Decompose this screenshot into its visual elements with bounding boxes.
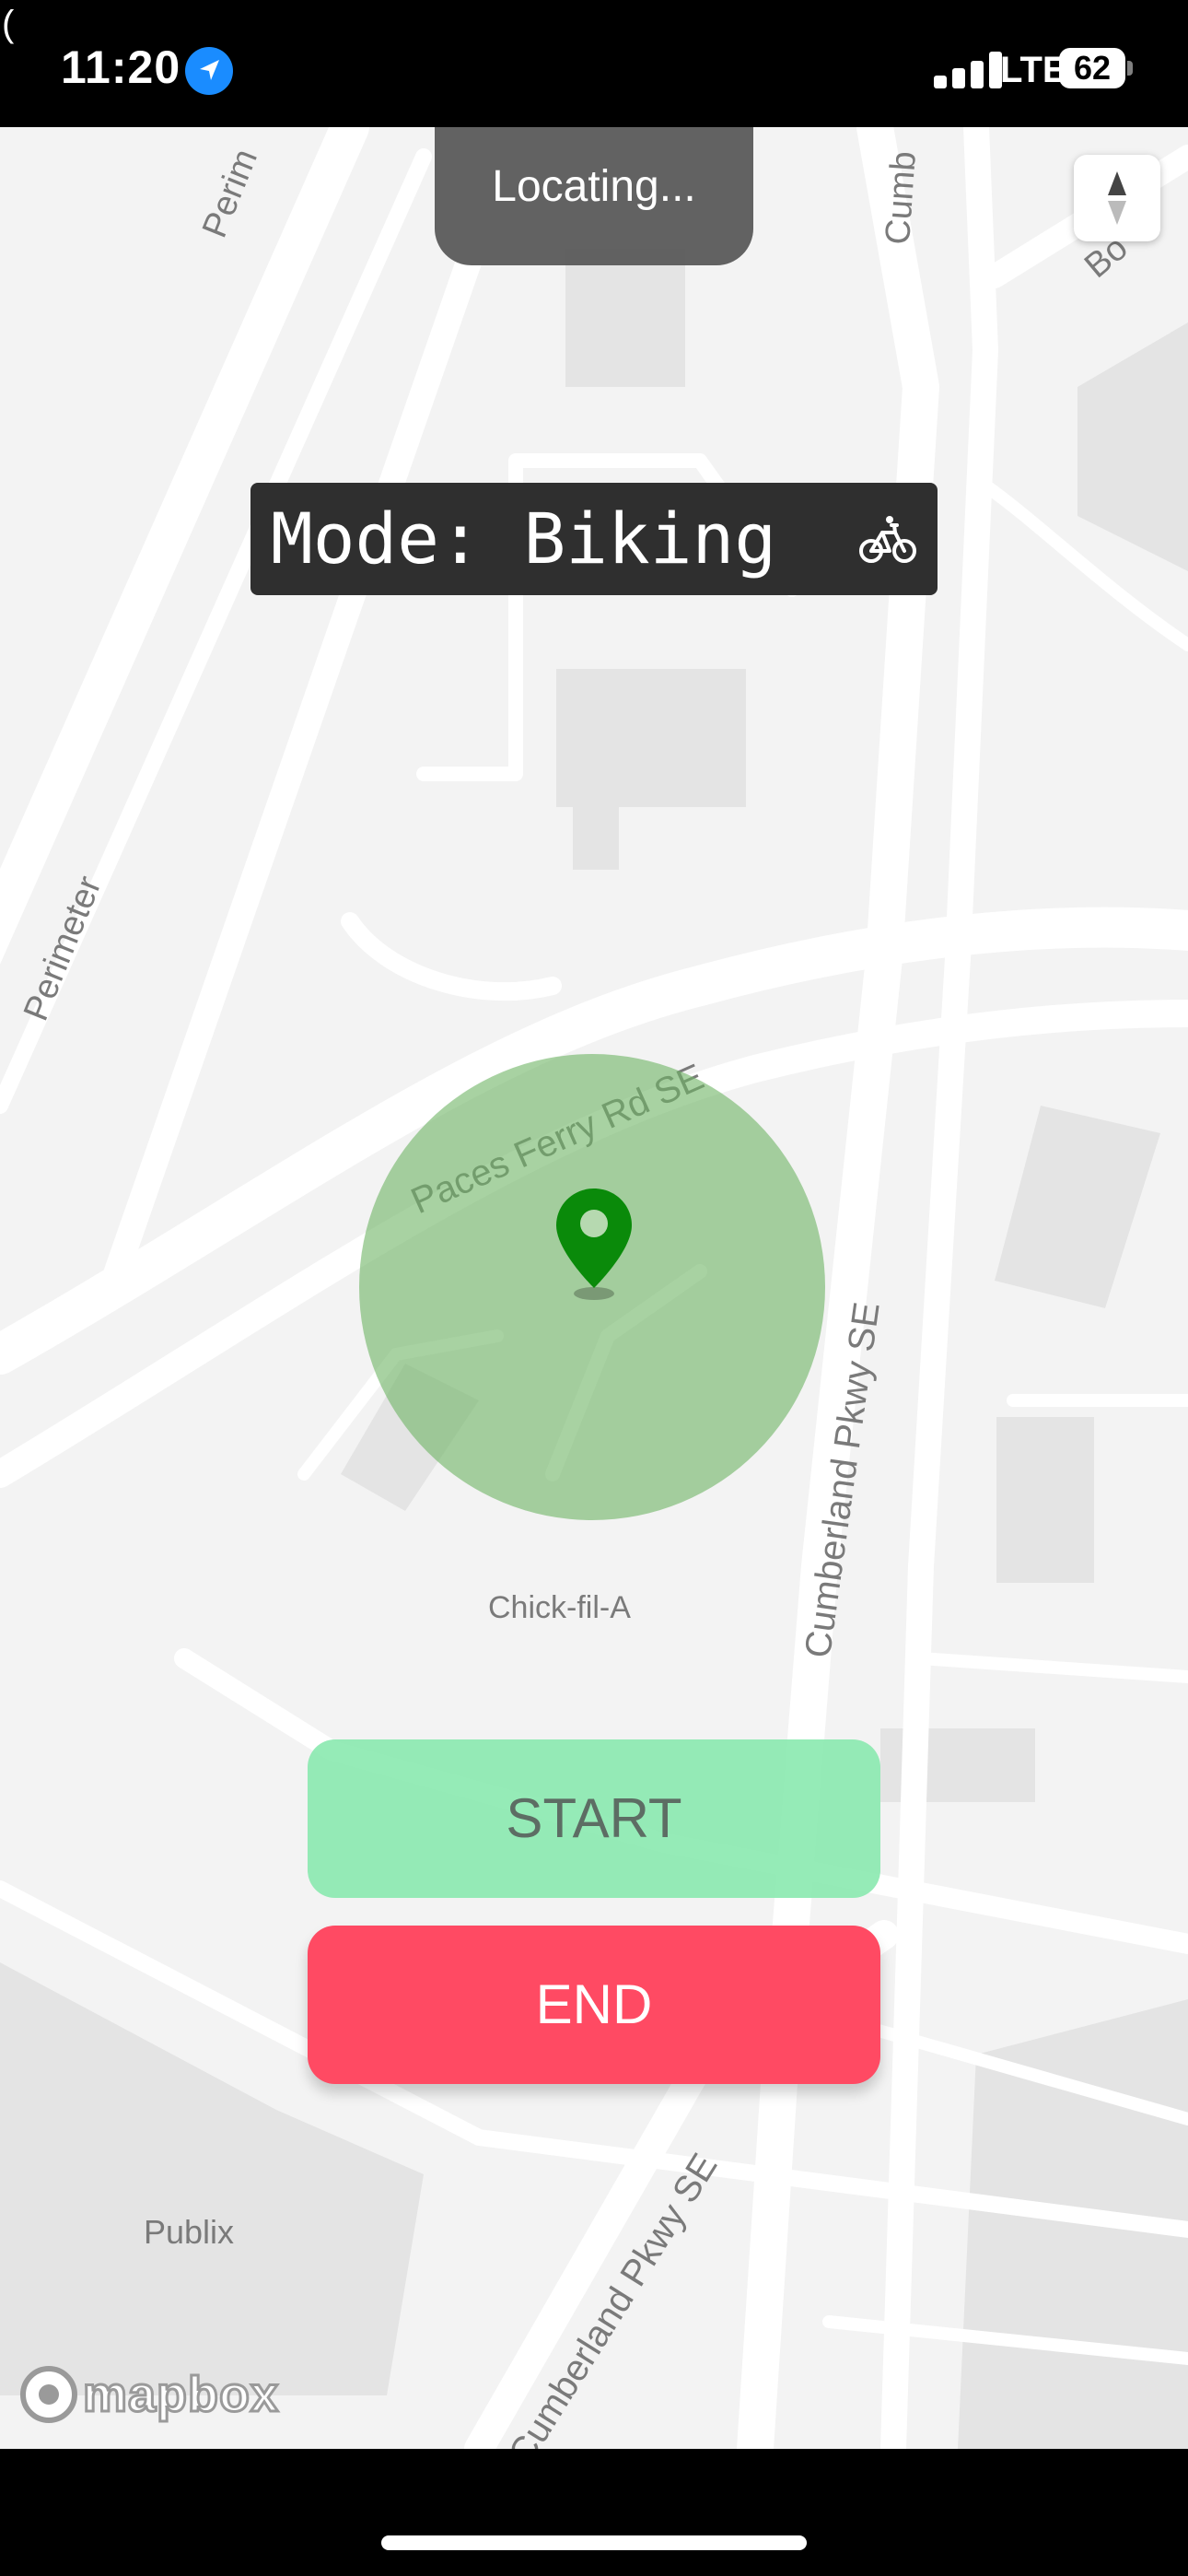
battery-level: 62 <box>1059 48 1125 88</box>
status-time: 11:20 <box>61 41 181 93</box>
mode-indicator: Mode: Biking <box>250 483 938 595</box>
status-bar-paren: ( <box>2 4 15 44</box>
poi-label-publix: Publix <box>144 2213 235 2251</box>
cellular-signal-icon <box>934 52 1004 88</box>
locating-toast: Locating... <box>435 127 753 265</box>
location-pin-icon <box>556 1188 632 1300</box>
start-button[interactable]: START <box>308 1739 880 1898</box>
home-indicator[interactable] <box>381 2535 807 2550</box>
status-bar: ( 11:20 LTE 62 <box>0 0 1188 127</box>
network-type: LTE <box>1000 50 1067 90</box>
compass-icon <box>1108 171 1126 225</box>
poi-label-chick-fil-a: Chick-fil-A <box>488 1590 631 1625</box>
mapbox-logo-text: mapbox <box>81 2366 280 2424</box>
battery-icon: 62 <box>1059 48 1133 90</box>
home-bar-area <box>0 2449 1188 2576</box>
street-label-cumb: Cumb <box>879 149 924 246</box>
compass-button[interactable] <box>1074 155 1160 241</box>
bicycle-icon <box>859 516 916 563</box>
end-button[interactable]: END <box>308 1926 880 2084</box>
mapbox-attribution[interactable]: mapbox <box>20 2364 280 2425</box>
mode-label: Mode: Biking <box>271 498 777 580</box>
location-services-icon <box>185 47 233 95</box>
mapbox-logo-icon <box>20 2366 77 2423</box>
